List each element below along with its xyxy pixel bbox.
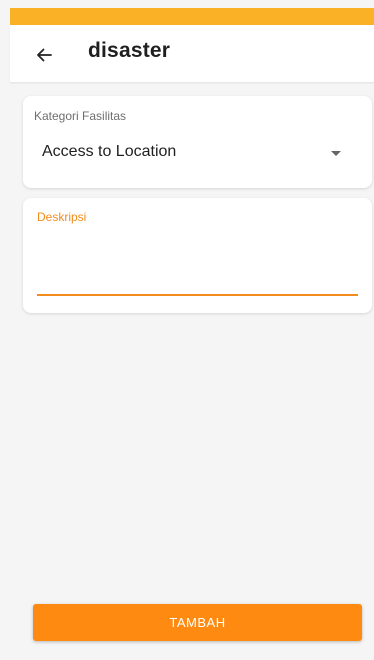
page-title: disaster (88, 39, 171, 62)
category-card: Kategori Fasilitas Access to Location (23, 96, 372, 188)
description-field[interactable]: Deskripsi (37, 210, 358, 296)
app-bar: disaster (10, 25, 374, 83)
description-underline (37, 294, 358, 296)
description-input[interactable] (37, 238, 358, 293)
status-bar (10, 8, 374, 25)
category-dropdown[interactable]: Access to Location (23, 136, 372, 172)
back-button[interactable] (32, 43, 56, 67)
dropdown-caret-icon (331, 151, 341, 156)
category-selected-value: Access to Location (42, 143, 177, 160)
tambah-button[interactable]: TAMBAH (33, 604, 362, 641)
category-label: Kategori Fasilitas (34, 109, 127, 123)
arrow-left-icon (37, 48, 52, 62)
app-screen: disaster Kategori Fasilitas Access to Lo… (0, 0, 374, 660)
form-content: Kategori Fasilitas Access to Location De… (10, 84, 374, 660)
description-label: Deskripsi (37, 210, 87, 224)
description-card: Deskripsi (23, 198, 372, 313)
